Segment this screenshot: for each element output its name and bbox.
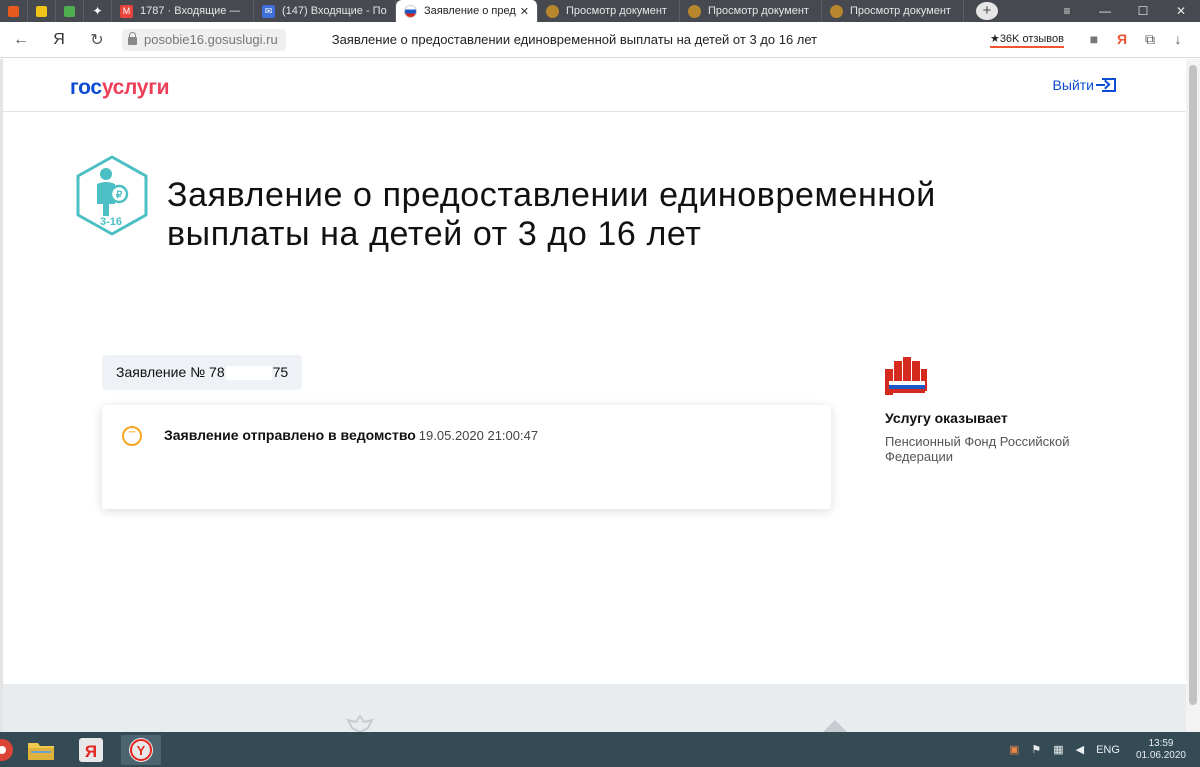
redacted-mask: [225, 366, 272, 381]
logout-button[interactable]: Выйти: [1053, 77, 1116, 93]
address-bar: ← Я ↻ posobie16.gosuslugi.ru Заявление о…: [0, 22, 1200, 58]
browser-tab-inbox[interactable]: ✉ (147) Входящие - По: [254, 0, 396, 22]
pinned-tab-1[interactable]: [0, 0, 28, 22]
gosuslugi-logo[interactable]: госуслуги: [70, 76, 170, 100]
pfr-logo-icon: [885, 357, 927, 395]
yandex-app-taskbar-icon[interactable]: Y: [121, 734, 161, 765]
file-explorer-icon[interactable]: [21, 735, 61, 765]
browser-tab-doc-1[interactable]: Просмотр документ: [538, 0, 680, 22]
sparkle-icon: ✦: [92, 4, 103, 18]
header-divider: [3, 111, 1186, 112]
logo-part-gos: гос: [70, 76, 102, 99]
application-number-suffix: 75: [272, 364, 289, 380]
yandex-red-icon[interactable]: Я: [1108, 31, 1136, 48]
scrollbar-thumb[interactable]: [1189, 65, 1197, 705]
new-tab-button[interactable]: +: [976, 2, 998, 20]
language-indicator[interactable]: ENG: [1096, 744, 1120, 756]
url-field[interactable]: posobie16.gosuslugi.ru: [122, 28, 286, 51]
app-icon: [8, 5, 19, 17]
reload-icon[interactable]: ↻: [86, 30, 108, 50]
provider-block: Услугу оказывает Пенсионный Фонд Российс…: [885, 357, 1115, 464]
yandex-icon[interactable]: Я: [48, 31, 70, 49]
tab-label: Заявление о предо: [424, 5, 516, 17]
back-arrow-icon[interactable]: ←: [10, 31, 32, 49]
svg-text:Y: Y: [137, 743, 146, 758]
footer: [3, 684, 1186, 732]
clock-date: 01.06.2020: [1135, 749, 1186, 761]
maximize-icon[interactable]: ☐: [1124, 0, 1162, 22]
status-datetime: 19.05.2020 21:00:47: [418, 428, 539, 443]
mail-icon: M: [120, 4, 133, 18]
yandex-browser-taskbar-icon[interactable]: Я: [71, 735, 111, 765]
close-tab-icon[interactable]: ✕: [516, 5, 529, 18]
pending-status-icon: ···: [122, 426, 142, 446]
app-icon: [64, 5, 75, 17]
notification-icon[interactable]: ▣: [1009, 743, 1019, 756]
translate-icon[interactable]: ⧉: [1136, 31, 1164, 48]
status-line: Заявление отправлено в ведомство 19.05.20…: [164, 427, 538, 443]
logo-part-uslugi: услуги: [101, 76, 170, 99]
provider-title: Услугу оказывает: [885, 410, 1008, 426]
eagle-emblem-icon: [346, 714, 374, 732]
browser-tab-strip: ✦ M 1787 · Входящие — ✉ (147) Входящие -…: [0, 0, 1200, 22]
tab-label: 1787 · Входящие —: [140, 5, 241, 17]
svg-text:3-16: 3-16: [100, 216, 122, 228]
page-heading: Заявление о предоставлении единовременно…: [167, 176, 936, 253]
application-number: Заявление № 78 75: [102, 355, 303, 390]
russia-flag-icon: [404, 4, 417, 18]
logout-icon: [1096, 78, 1116, 92]
application-number-prefix: Заявление № 78: [116, 364, 225, 380]
pinned-tab-3[interactable]: [56, 0, 84, 22]
pinned-tab-2[interactable]: [28, 0, 56, 22]
child-payment-icon: ₽ 3-16: [76, 155, 148, 236]
clock[interactable]: 13:59 01.06.2020: [1136, 738, 1186, 762]
chrome-icon[interactable]: [0, 735, 16, 765]
svg-text:Я: Я: [85, 742, 97, 761]
svg-text:₽: ₽: [116, 190, 123, 201]
browser-tab-gosuslugi[interactable]: Заявление о предо ✕: [396, 0, 538, 22]
clock-time: 13:59: [1148, 737, 1174, 749]
flag-icon[interactable]: ⚑: [1031, 743, 1041, 756]
logout-label: Выйти: [1052, 77, 1094, 93]
emblem-icon: [546, 4, 559, 18]
emblem-icon: [830, 4, 843, 18]
download-icon[interactable]: ↓: [1164, 31, 1192, 48]
reviews-badge[interactable]: ★36K отзывов: [989, 32, 1064, 48]
status-card: ··· Заявление отправлено в ведомство 19.0…: [102, 405, 831, 509]
bookmark-icon[interactable]: ■: [1080, 31, 1108, 48]
tab-label: Просмотр документ: [708, 5, 809, 17]
minimize-icon[interactable]: —: [1086, 0, 1124, 22]
browser-tab-mail[interactable]: M 1787 · Входящие —: [112, 0, 254, 22]
page-scrollbar[interactable]: [1186, 59, 1200, 732]
up-arrow-icon[interactable]: [821, 718, 849, 732]
windows-taskbar: Я Y ▣ ⚑ ▦ ◀ ENG 13:59 01.06.2020: [0, 732, 1200, 767]
tab-label: (147) Входящие - По: [282, 5, 387, 17]
envelope-icon: ✉: [262, 4, 275, 18]
emblem-icon: [688, 4, 701, 18]
page-content: госуслуги Выйти ₽ 3-16 Заявление о предо…: [0, 59, 1186, 732]
browser-tab-doc-3[interactable]: Просмотр документ: [822, 0, 964, 22]
lock-icon: [128, 31, 137, 45]
tab-label: Просмотр документ: [566, 5, 667, 17]
status-text: Заявление отправлено в ведомство: [164, 427, 416, 443]
provider-name: Пенсионный Фонд Российской Федерации: [885, 434, 1070, 464]
pinned-tab-4[interactable]: ✦: [84, 0, 112, 22]
close-window-icon[interactable]: ✕: [1162, 0, 1200, 22]
system-tray: ▣ ⚑ ▦ ◀ ENG: [1003, 743, 1126, 757]
url-text: posobie16.gosuslugi.ru: [144, 32, 278, 47]
network-icon[interactable]: ▦: [1053, 743, 1063, 756]
page-title-in-bar: Заявление о предоставлении единовременно…: [331, 32, 818, 47]
browser-tab-doc-2[interactable]: Просмотр документ: [680, 0, 822, 22]
app-icon: [36, 5, 47, 17]
volume-icon[interactable]: ◀: [1076, 743, 1084, 756]
tab-label: Просмотр документ: [850, 5, 951, 17]
menu-icon[interactable]: ≡: [1048, 0, 1086, 22]
